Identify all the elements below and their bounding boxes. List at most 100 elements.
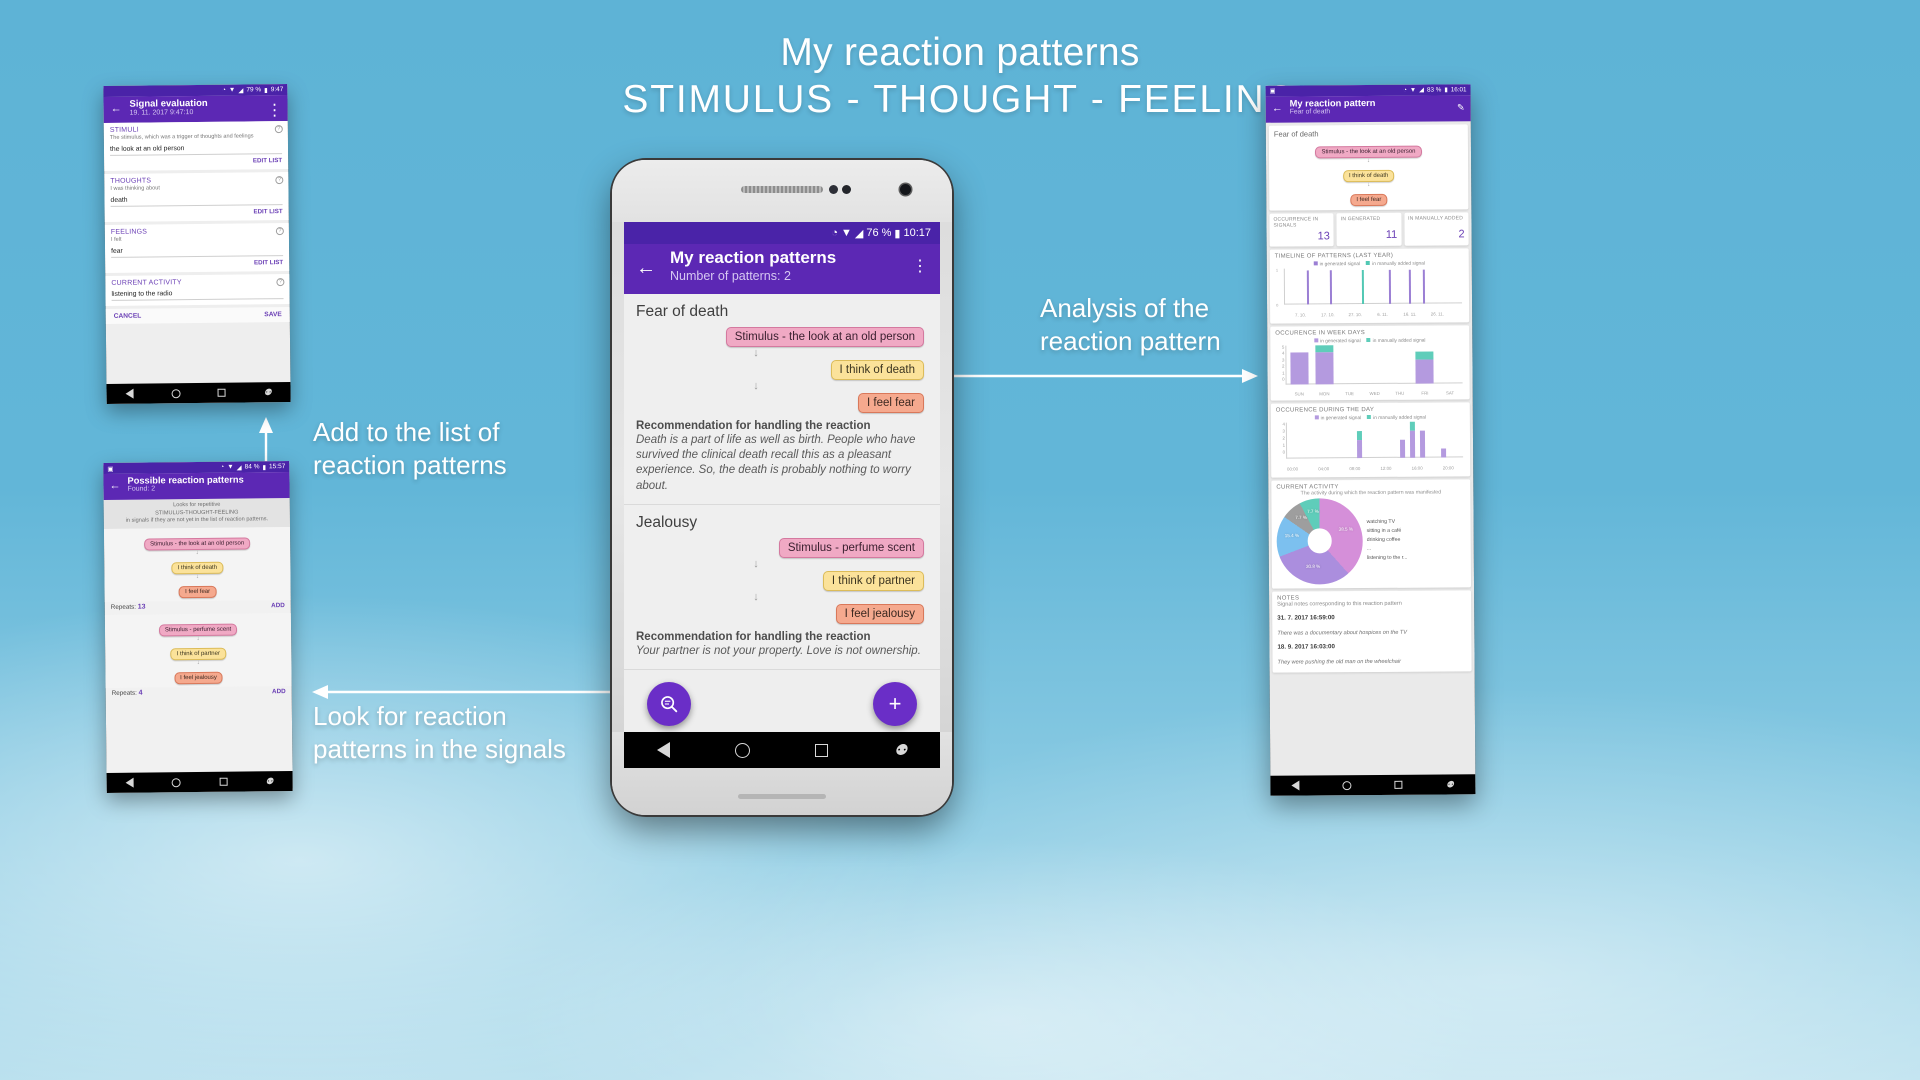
- help-icon[interactable]: ?: [274, 125, 283, 134]
- back-arrow-icon[interactable]: ←: [1272, 103, 1283, 115]
- pattern-card[interactable]: Jealousy Stimulus - perfume scent ↓ I th…: [624, 504, 940, 670]
- pattern-card[interactable]: Fear of death Stimulus - the look at an …: [624, 294, 940, 505]
- accessibility-nav-icon[interactable]: ⚉: [894, 741, 907, 759]
- x-tick: SUN: [1294, 390, 1304, 397]
- wifi-icon: ▼: [1409, 86, 1417, 94]
- back-nav-icon[interactable]: [656, 742, 670, 758]
- y-tick-labels: 43210: [1276, 421, 1285, 458]
- note-item[interactable]: 18. 9. 2017 16:03:00 They were pushing t…: [1277, 642, 1466, 668]
- help-icon[interactable]: ?: [275, 176, 284, 185]
- x-tick: 00:00: [1287, 466, 1299, 472]
- feeling-chip[interactable]: I feel fear: [858, 393, 924, 413]
- pattern-title: Fear of death: [636, 303, 729, 320]
- accessibility-nav-icon[interactable]: ⚉: [264, 387, 272, 398]
- recommendation-text: Death is a part of life as well as birth…: [636, 434, 916, 492]
- help-icon[interactable]: ?: [275, 227, 284, 236]
- x-tick: 16:00: [1411, 465, 1423, 471]
- home-nav-icon[interactable]: [171, 777, 181, 787]
- back-nav-icon[interactable]: [1291, 780, 1300, 791]
- pie-legend: watching TV sitting in a café drinking cof…: [1366, 518, 1408, 563]
- kebab-menu-icon[interactable]: ⋮: [266, 100, 283, 120]
- recents-nav-icon[interactable]: [219, 777, 228, 786]
- bar-generated: [1399, 439, 1405, 458]
- note-item[interactable]: 31. 7. 2017 16:59:00 There was a documen…: [1277, 613, 1466, 639]
- front-camera-icon: [900, 184, 911, 195]
- add-pattern-fab[interactable]: +: [873, 682, 917, 726]
- kebab-menu-icon[interactable]: ⋮: [912, 256, 928, 276]
- signal-icon: ◢: [1419, 86, 1424, 94]
- back-arrow-icon[interactable]: ←: [109, 480, 120, 492]
- pencil-edit-icon[interactable]: ✎: [1457, 102, 1465, 113]
- search-patterns-fab[interactable]: [647, 682, 691, 726]
- pie-slice-label: 30.8 %: [1305, 563, 1321, 569]
- recents-nav-icon[interactable]: [217, 388, 226, 397]
- earpiece-speaker: [741, 186, 823, 193]
- thought-chip[interactable]: I think of death: [1342, 169, 1395, 183]
- timeline-bars: [1284, 269, 1462, 304]
- signal-icon: ◢: [854, 227, 864, 240]
- accessibility-nav-icon[interactable]: ⚉: [265, 776, 273, 787]
- feeling-chip[interactable]: I feel fear: [1350, 193, 1388, 207]
- thought-chip[interactable]: I think of death: [171, 561, 224, 574]
- value-stimuli[interactable]: the look at an old person: [109, 144, 283, 156]
- stat-label: IN GENERATED: [1340, 215, 1381, 223]
- add-button[interactable]: ADD: [272, 688, 286, 695]
- home-nav-icon[interactable]: [1342, 780, 1352, 790]
- edit-list-thoughts[interactable]: EDIT LIST: [111, 208, 282, 217]
- battery-percent-p3: 83 %: [1426, 86, 1442, 94]
- thought-chip[interactable]: I think of death: [830, 360, 924, 380]
- y-tick-min: 0: [1276, 302, 1279, 308]
- stats-row: OCCURRENCE IN SIGNALS 13 IN GENERATED 11…: [1269, 212, 1469, 247]
- help-icon[interactable]: ?: [276, 278, 285, 287]
- pattern-list[interactable]: Fear of death Stimulus - the look at an …: [624, 294, 940, 672]
- edit-list-stimuli[interactable]: EDIT LIST: [110, 157, 282, 166]
- feeling-chip[interactable]: I feel jealousy: [174, 671, 223, 684]
- stimulus-chip[interactable]: Stimulus - perfume scent: [158, 623, 238, 637]
- pie-slice-label: 15.4 %: [1284, 532, 1300, 539]
- screen-signal-evaluation: ◔ ▼ ◢ 79 % ▮ 9:47 ← ⋮ Signal evaluation …: [103, 84, 291, 404]
- back-arrow-icon[interactable]: ←: [636, 257, 656, 280]
- bar-column: [1437, 344, 1462, 383]
- back-nav-icon[interactable]: [125, 388, 134, 399]
- accessibility-nav-icon[interactable]: ⚉: [1446, 779, 1454, 790]
- stimulus-chip[interactable]: Stimulus - the look at an old person: [725, 327, 924, 347]
- stimulus-chip[interactable]: Stimulus - perfume scent: [778, 537, 924, 558]
- stimulus-chip[interactable]: Stimulus - the look at an old person: [1315, 145, 1422, 159]
- save-button[interactable]: SAVE: [264, 311, 282, 318]
- cancel-button[interactable]: CANCEL: [114, 313, 142, 320]
- chip-row: Stimulus - perfume scent ↓ I think of pa…: [636, 537, 928, 624]
- thought-chip[interactable]: I think of partner: [822, 570, 924, 591]
- alarm-icon: ◔: [1403, 86, 1407, 94]
- back-nav-icon[interactable]: [125, 777, 134, 788]
- back-arrow-icon[interactable]: ←: [111, 103, 122, 115]
- pie-legend-item: listening to the r...: [1366, 554, 1408, 561]
- battery-percent-p1: 79 %: [246, 86, 262, 94]
- callout-search-line2: patterns in the signals: [313, 734, 566, 765]
- thought-chip[interactable]: I think of partner: [170, 647, 227, 660]
- alarm-icon: ◔: [221, 86, 226, 94]
- add-button[interactable]: ADD: [271, 602, 285, 609]
- feeling-chip[interactable]: I feel fear: [179, 585, 217, 598]
- chart-title: OCCURENCE DURING THE DAY: [1275, 406, 1375, 414]
- pie-slice-label: 7.7 %: [1295, 515, 1307, 521]
- x-tick: 27. 10.: [1348, 311, 1362, 317]
- x-tick: 26. 11.: [1430, 310, 1444, 317]
- feeling-chip[interactable]: I feel jealousy: [835, 603, 924, 624]
- value-thoughts[interactable]: death: [110, 195, 283, 207]
- arrow-down-icon: ↓: [195, 549, 199, 556]
- recents-nav-icon[interactable]: [815, 743, 829, 757]
- recents-nav-icon[interactable]: [1394, 780, 1403, 789]
- stimulus-chip[interactable]: Stimulus - the look at an old person: [144, 537, 251, 551]
- x-tick-labels: 7. 10. 17. 10. 27. 10. 6. 11. 16. 11. 26. 11.: [1284, 311, 1464, 319]
- value-current-activity[interactable]: listening to the radio: [111, 289, 284, 301]
- bar-generated: [1441, 447, 1447, 458]
- battery-icon: ▮: [264, 86, 268, 94]
- value-feelings[interactable]: fear: [111, 246, 284, 258]
- home-nav-icon[interactable]: [735, 742, 751, 758]
- phone-possible-patterns: ▣ ◔ ▼ ◢ 84 % ▮ 15:57 ← Possible reaction…: [103, 461, 293, 793]
- pie-slice-label: 7.7 %: [1307, 509, 1319, 515]
- x-tick: MON: [1319, 390, 1330, 396]
- stat-in-manually-added: IN MANUALLY ADDED 2: [1404, 212, 1469, 246]
- home-nav-icon[interactable]: [171, 388, 181, 398]
- edit-list-feelings[interactable]: EDIT LIST: [111, 259, 283, 268]
